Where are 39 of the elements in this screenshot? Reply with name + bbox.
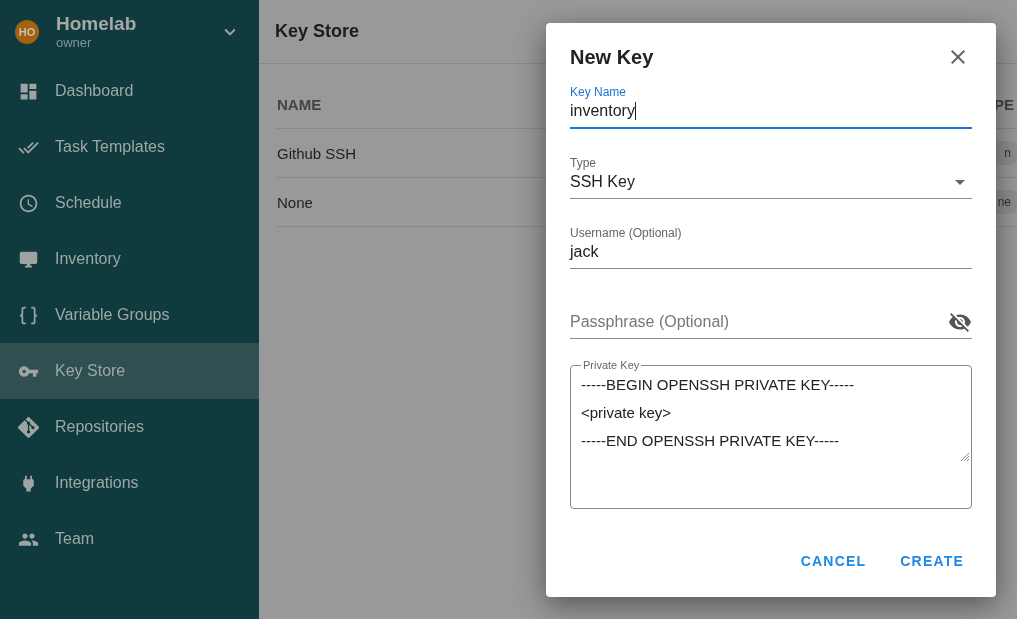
sidebar-item[interactable]: Dashboard — [0, 63, 259, 119]
sidebar-item[interactable]: Schedule — [0, 175, 259, 231]
sidebar-item-label: Variable Groups — [55, 306, 170, 324]
sidebar-item[interactable]: Repositories — [0, 399, 259, 455]
clock-icon — [17, 192, 39, 214]
type-select[interactable]: Type SSH Key — [570, 156, 972, 199]
team-avatar: HO — [15, 19, 39, 44]
dropdown-icon — [955, 179, 965, 185]
git-icon — [17, 416, 39, 438]
sidebar-item-label: Integrations — [55, 474, 139, 492]
sidebar-item[interactable]: Inventory — [0, 231, 259, 287]
text-field[interactable]: Key Name inventory — [570, 85, 972, 129]
sidebar-item-label: Team — [55, 530, 95, 548]
table-cell: Github SSH — [277, 144, 357, 162]
sidebar-item[interactable]: Variable Groups — [0, 287, 259, 343]
cancel-button[interactable]: CANCEL — [792, 545, 875, 577]
sidebar-item[interactable]: Task Templates — [0, 119, 259, 175]
private-key-field[interactable]: Private Key -----BEGIN OPENSSH PRIVATE KEY----- <private key> -----END OPENSSH PRIVATE KEY----- — [570, 359, 972, 509]
eye-off-icon[interactable] — [948, 310, 972, 334]
sidebar-item-label: Key Store — [55, 362, 126, 380]
dialog-title: New Key — [570, 45, 654, 69]
sidebar-item[interactable]: Team — [0, 511, 259, 567]
sidebar-item-label: Schedule — [55, 194, 122, 212]
create-button[interactable]: CREATE — [892, 545, 972, 577]
sidebar-item-label: Task Templates — [55, 138, 165, 156]
team-name: Homelab — [56, 13, 138, 35]
sidebar-item-label: Dashboard — [55, 82, 134, 100]
table-cell: None — [277, 193, 313, 211]
sidebar-item-label: Inventory — [55, 250, 121, 268]
text-field[interactable]: Username (Optional) jack — [570, 226, 972, 269]
sidebar-item[interactable]: Integrations — [0, 455, 259, 511]
sidebar-item[interactable]: Key Store — [0, 343, 259, 399]
column-header: NAME — [277, 95, 322, 113]
resize-handle-icon[interactable] — [958, 450, 970, 462]
sidebar-item-label: Repositories — [55, 418, 144, 436]
passphrase-field[interactable]: Passphrase (Optional) — [570, 310, 972, 339]
braces-icon — [17, 304, 39, 326]
page-title: Key Store — [275, 21, 360, 42]
team-role: owner — [56, 35, 93, 50]
